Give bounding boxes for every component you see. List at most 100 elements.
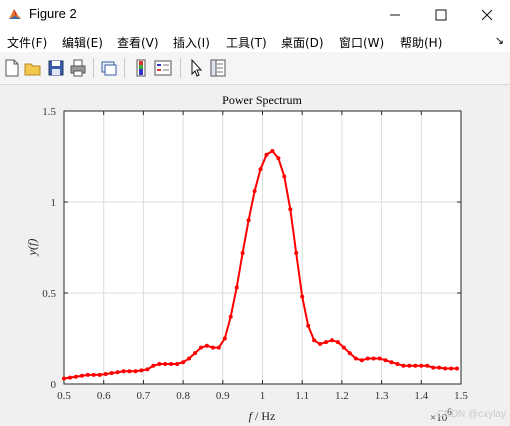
- data-point: [234, 285, 239, 290]
- menu-file[interactable]: 文件(F): [7, 34, 47, 51]
- data-point: [151, 363, 156, 368]
- y-tick-label: 0.5: [42, 288, 56, 300]
- x-tick-label: 0.9: [216, 390, 230, 402]
- data-point: [425, 363, 430, 368]
- x-tick-label: 0.8: [176, 390, 190, 402]
- menu-overflow-icon[interactable]: ↘: [495, 34, 504, 47]
- print-icon[interactable]: [68, 58, 88, 78]
- data-point: [157, 362, 162, 366]
- toolbar-separator: [124, 58, 125, 78]
- data-point: [264, 152, 269, 157]
- menu-insert[interactable]: 插入(I): [173, 34, 210, 51]
- data-point: [377, 356, 382, 361]
- data-point: [443, 366, 448, 371]
- title-bar: Figure 2: [0, 0, 510, 30]
- minimize-icon: [390, 14, 400, 16]
- data-point: [199, 345, 203, 350]
- menu-help[interactable]: 帮助(H): [400, 34, 442, 51]
- data-point: [127, 369, 132, 374]
- menu-tools[interactable]: 工具(T): [226, 34, 267, 51]
- data-point: [449, 366, 454, 371]
- matlab-logo-icon: [9, 9, 21, 19]
- toolbar-separator: [180, 58, 181, 78]
- data-point: [103, 372, 108, 376]
- figure-canvas: 0.5 0.6 0.7 0.8 0.9 1 1.1 1.2 1.3 1.4 1.5 0 0.5 1 1.5…: [0, 85, 510, 426]
- data-point: [240, 251, 245, 255]
- menu-view[interactable]: 查看(V): [117, 34, 159, 51]
- data-point: [383, 358, 388, 363]
- data-point: [68, 375, 72, 380]
- x-tick-labels: 0.5 0.6 0.7 0.8 0.9 1 1.1 1.2 1.3 1.4 1.5: [57, 390, 468, 402]
- save-icon[interactable]: [46, 58, 66, 78]
- data-point: [91, 372, 96, 377]
- data-point: [270, 149, 275, 153]
- data-point: [431, 365, 436, 370]
- data-point: [318, 342, 323, 346]
- y-axis-label: y(f): [25, 239, 39, 257]
- data-point: [413, 363, 418, 368]
- data-point: [133, 369, 138, 374]
- data-point: [181, 360, 186, 365]
- open-file-icon[interactable]: [23, 58, 43, 78]
- data-point: [187, 356, 192, 361]
- maximize-button[interactable]: [418, 0, 464, 30]
- menu-desktop[interactable]: 桌面(D): [281, 34, 324, 51]
- toolbar: [0, 52, 510, 85]
- data-point: [121, 369, 126, 374]
- x-axis-label-unit: / Hz: [252, 409, 275, 423]
- data-point: [371, 356, 376, 361]
- data-point: [163, 362, 168, 366]
- close-button[interactable]: [464, 0, 510, 30]
- x-tick-label: 1.1: [295, 390, 309, 402]
- y-tick-label: 1: [51, 197, 57, 209]
- data-point: [145, 367, 150, 372]
- data-point: [73, 374, 78, 379]
- toolbar-separator: [93, 58, 94, 78]
- data-point: [204, 343, 209, 348]
- data-point: [407, 363, 412, 368]
- minimize-button[interactable]: [372, 0, 418, 30]
- watermark: CSDN @cxylay: [436, 409, 506, 420]
- data-point: [62, 376, 66, 381]
- data-point: [288, 207, 293, 212]
- maximize-icon: [435, 9, 447, 21]
- data-point: [324, 340, 328, 345]
- x-tick-label: 1.3: [375, 390, 389, 402]
- menu-window[interactable]: 窗口(W): [339, 34, 384, 51]
- data-point: [276, 156, 281, 161]
- menu-edit[interactable]: 编辑(E): [62, 34, 103, 51]
- close-icon: [481, 9, 493, 21]
- link-plot-icon[interactable]: [99, 58, 119, 78]
- data-point: [246, 218, 251, 223]
- x-tick-label: 0.6: [97, 390, 111, 402]
- window-title: Figure 2: [29, 6, 77, 21]
- data-point: [210, 345, 215, 350]
- data-point: [359, 358, 364, 363]
- x-axis-label: f / Hz: [249, 409, 276, 423]
- data-point: [282, 174, 287, 179]
- data-point: [258, 167, 263, 172]
- data-point: [85, 372, 90, 377]
- pointer-icon[interactable]: [186, 58, 206, 78]
- data-point: [306, 323, 311, 328]
- x-tick-label: 1: [260, 390, 266, 402]
- legend-icon[interactable]: [153, 58, 173, 78]
- data-point: [401, 363, 406, 368]
- data-point: [222, 336, 227, 341]
- data-point: [341, 345, 346, 350]
- data-point: [139, 368, 144, 373]
- data-point: [300, 294, 305, 299]
- property-inspector-icon[interactable]: [208, 58, 228, 78]
- data-point: [79, 373, 84, 378]
- data-point: [294, 251, 299, 255]
- colorbar-icon[interactable]: [131, 58, 151, 78]
- x-tick-label: 1.4: [414, 390, 428, 402]
- data-point: [169, 362, 174, 366]
- data-point: [193, 351, 197, 356]
- data-point: [312, 338, 317, 343]
- data-point: [437, 365, 442, 370]
- power-spectrum-chart: 0.5 0.6 0.7 0.8 0.9 1 1.1 1.2 1.3 1.4 1.5 00.511.5…: [25, 93, 468, 424]
- new-figure-icon[interactable]: [2, 58, 22, 78]
- y-tick-label: 1.5: [42, 106, 56, 118]
- x-tick-label: 0.5: [57, 390, 71, 402]
